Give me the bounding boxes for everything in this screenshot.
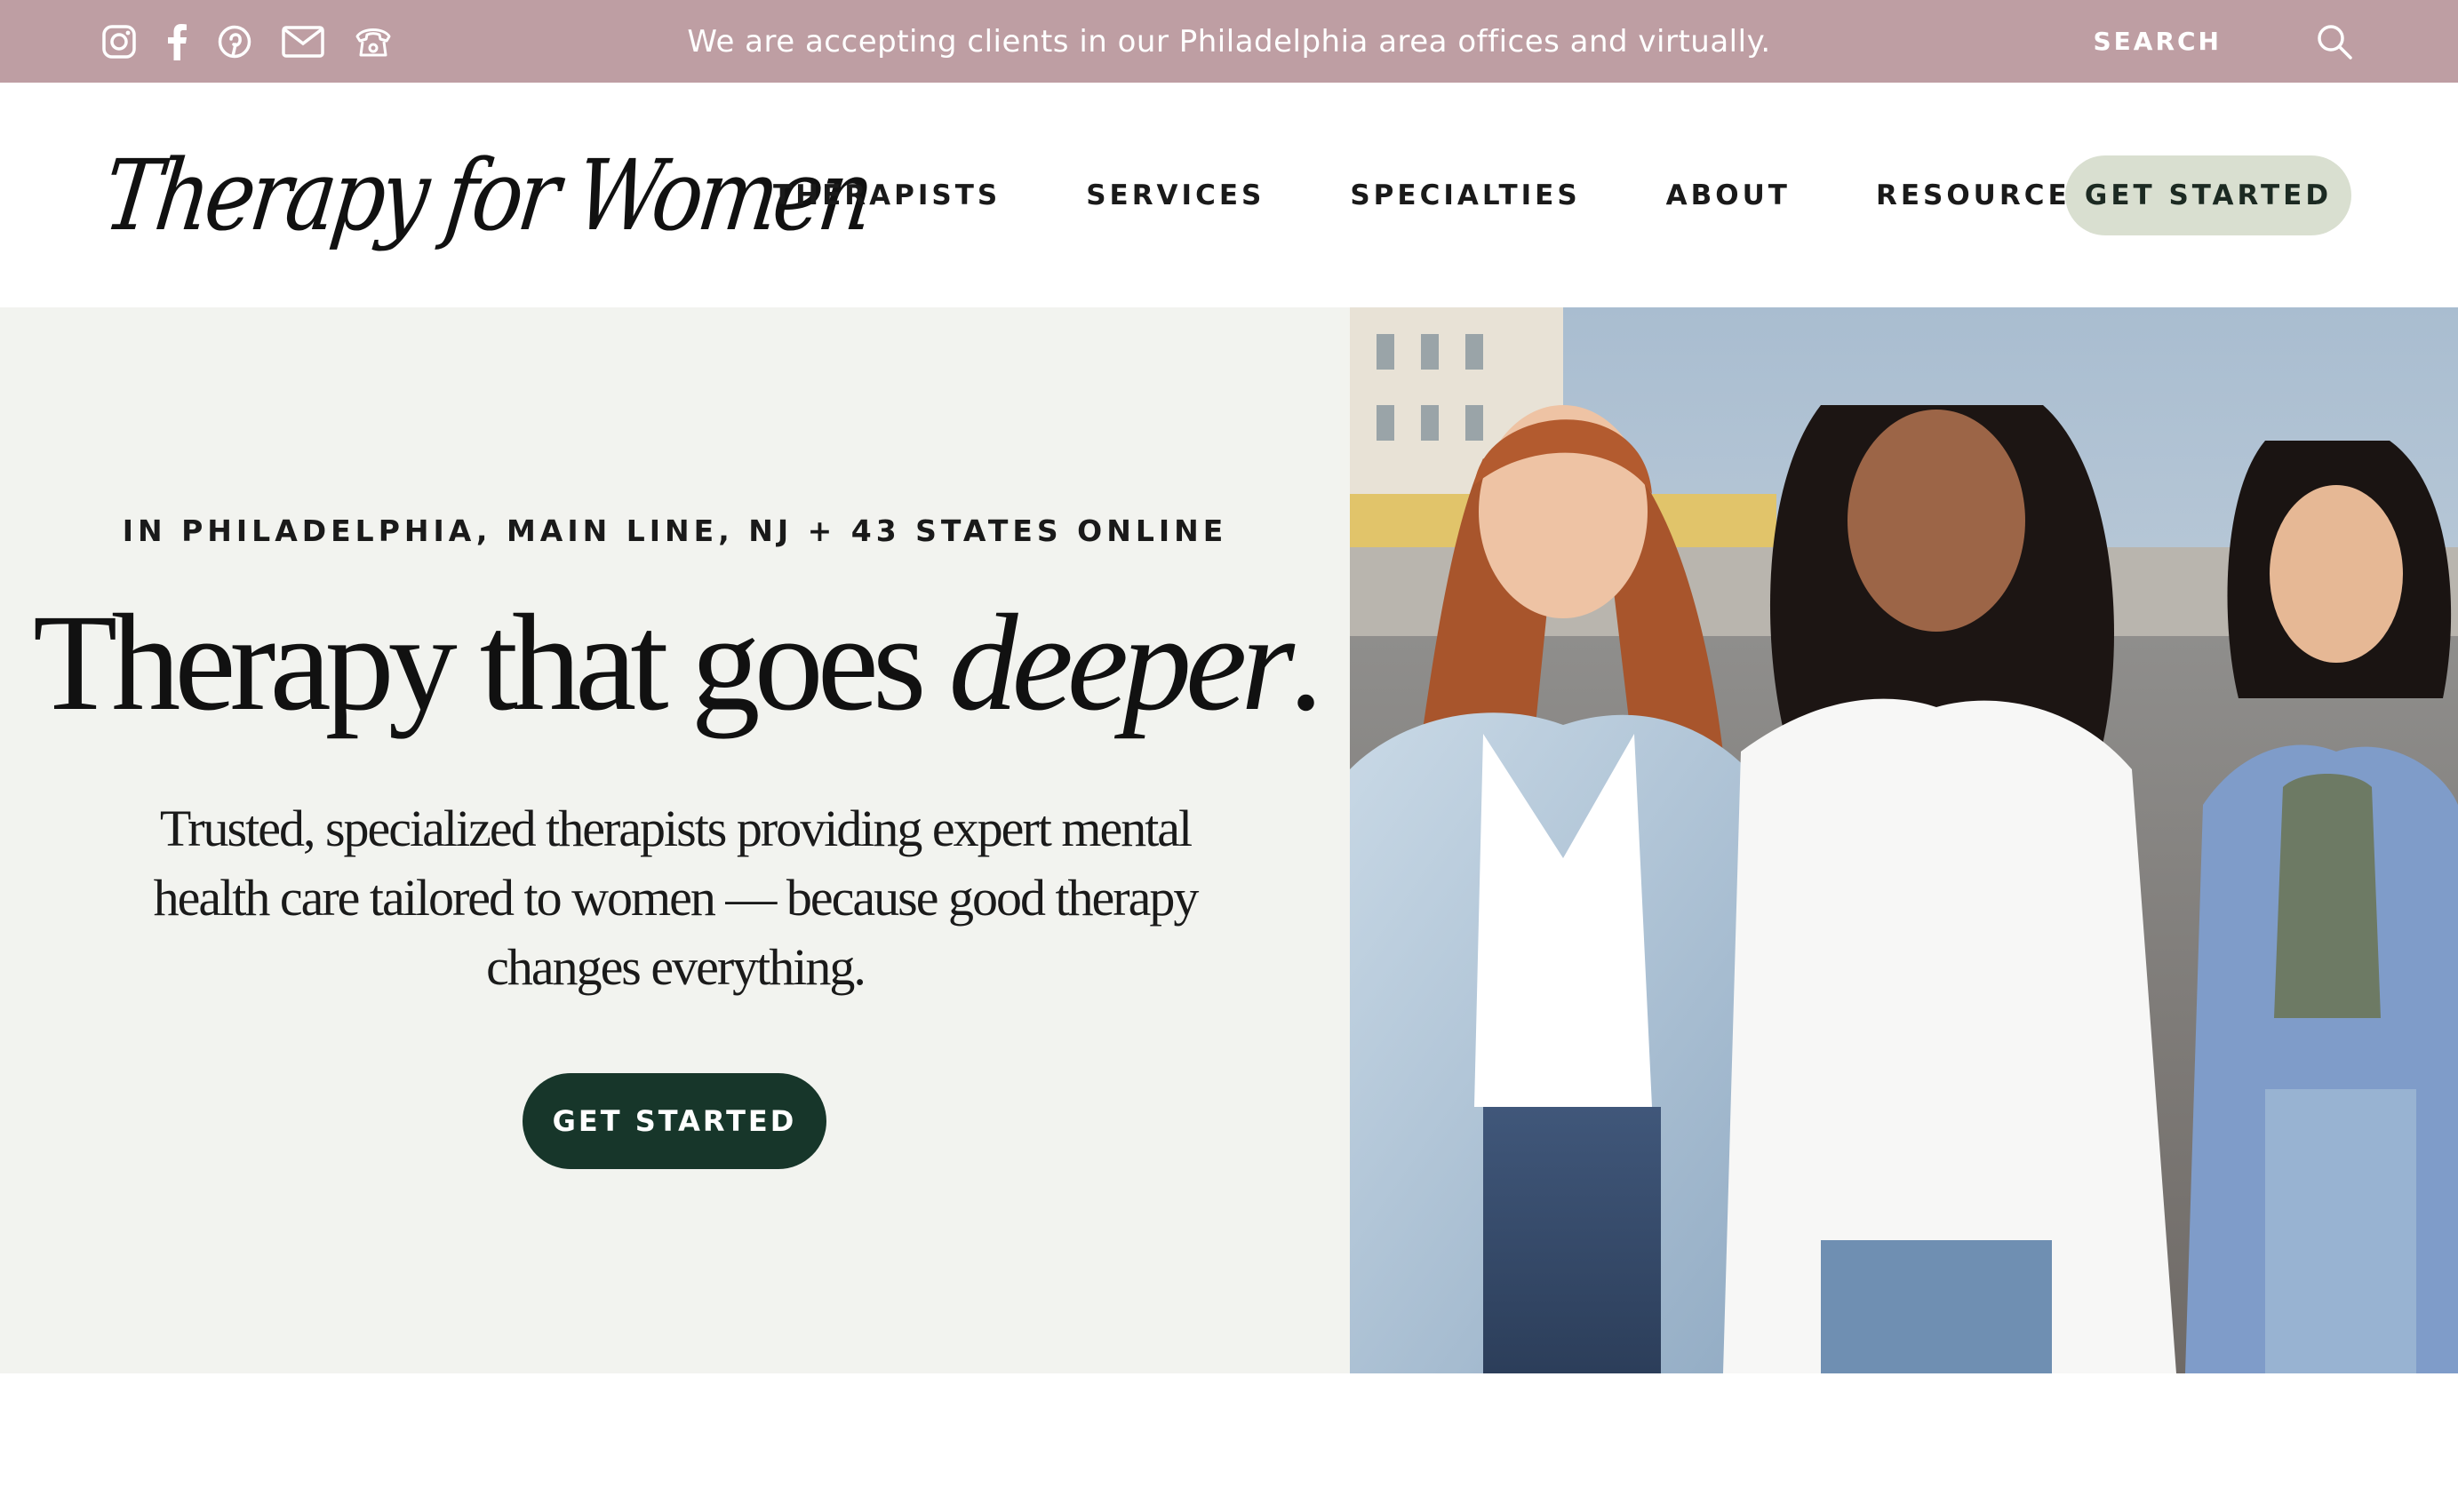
social-links (101, 20, 421, 64)
header-get-started-button[interactable]: GET STARTED (2065, 155, 2351, 235)
hero-text-panel: IN PHILADELPHIA, MAIN LINE, NJ + 43 STAT… (0, 307, 1350, 1373)
facebook-icon[interactable] (165, 23, 188, 60)
nav-item-therapists[interactable]: THERAPISTS (773, 179, 1001, 211)
announcement-text: We are accepting clients in our Philadel… (687, 24, 1771, 60)
hero-headline-emphasis: deeper (948, 585, 1295, 739)
hero-headline-main: Therapy that goes (32, 585, 949, 739)
nav-item-services[interactable]: SERVICES (1086, 179, 1265, 211)
logo-text: Therapy for Women (98, 139, 876, 252)
main-nav: THERAPISTS SERVICES SPECIALTIES ABOUT RE… (773, 83, 2179, 307)
hero-photo (1350, 307, 2458, 1373)
hero-headline: Therapy that goes deeper. (0, 593, 1350, 732)
instagram-icon[interactable] (101, 24, 137, 60)
hero-subcopy: Trusted, specialized therapists providin… (153, 800, 1200, 996)
site-logo[interactable]: Therapy for Women (98, 120, 875, 271)
nav-item-specialties[interactable]: SPECIALTIES (1350, 179, 1580, 211)
search-icon[interactable] (2316, 23, 2353, 60)
announcement-bar: We are accepting clients in our Philadel… (0, 0, 2458, 83)
page-below-fold (0, 1373, 2458, 1512)
mail-icon[interactable] (281, 24, 325, 60)
hero-get-started-button[interactable]: GET STARTED (523, 1073, 826, 1169)
search-link[interactable]: SEARCH (2071, 20, 2222, 64)
nav-item-resources[interactable]: RESOURCES (1876, 179, 2094, 211)
phone-icon[interactable] (354, 24, 393, 60)
nav-item-about[interactable]: ABOUT (1666, 179, 1791, 211)
hero-eyebrow: IN PHILADELPHIA, MAIN LINE, NJ + 43 STAT… (122, 513, 1228, 548)
pinterest-icon[interactable] (217, 24, 252, 60)
hero-headline-end: . (1289, 585, 1323, 739)
site-header: Therapy for Women THERAPISTS SERVICES SP… (0, 83, 2458, 307)
